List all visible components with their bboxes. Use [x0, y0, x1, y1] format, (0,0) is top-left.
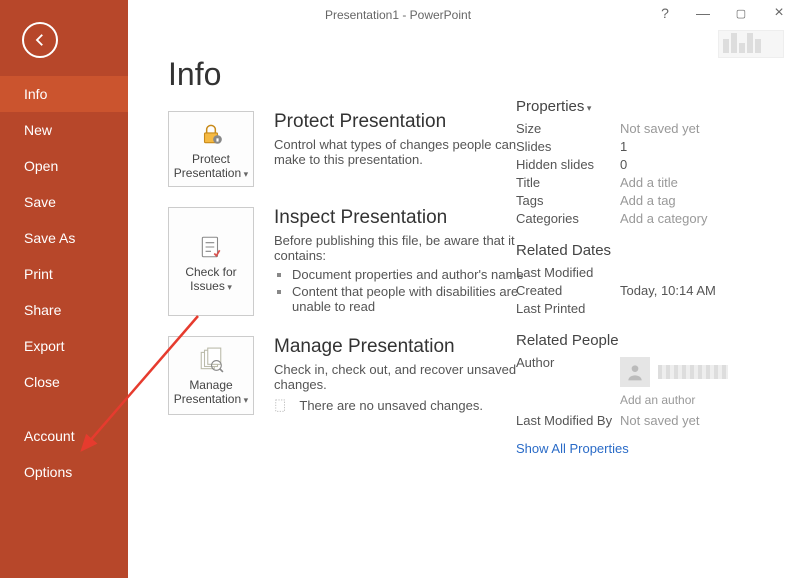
prop-value-categories[interactable]: Add a category: [620, 211, 707, 226]
prop-value-tags[interactable]: Add a tag: [620, 193, 676, 208]
nav-share[interactable]: Share: [0, 292, 128, 328]
page-title: Info: [168, 56, 760, 93]
lock-icon: [198, 120, 224, 148]
prop-value-hidden: 0: [620, 157, 627, 172]
modified-by-value: Not saved yet: [620, 413, 700, 428]
manage-body: Check in, check out, and recover unsaved…: [274, 362, 524, 392]
prop-label-title: Title: [516, 175, 620, 190]
author-label: Author: [516, 355, 620, 370]
add-author-link[interactable]: Add an author: [620, 393, 766, 407]
nav-open[interactable]: Open: [0, 148, 128, 184]
prop-value-size: Not saved yet: [620, 121, 700, 136]
inspect-item: Content that people with disabilities ar…: [292, 284, 524, 314]
avatar[interactable]: [620, 357, 650, 387]
prop-value-title[interactable]: Add a title: [620, 175, 678, 190]
nav-save-as[interactable]: Save As: [0, 220, 128, 256]
backstage-sidebar: Info New Open Save Save As Print Share E…: [0, 0, 128, 578]
document-icon: [274, 399, 290, 415]
nav-info[interactable]: Info: [0, 76, 128, 112]
inspect-item: Document properties and author's name: [292, 267, 524, 282]
back-button[interactable]: [22, 22, 58, 58]
date-label-printed: Last Printed: [516, 301, 620, 316]
nav-export[interactable]: Export: [0, 328, 128, 364]
protect-title: Protect Presentation: [274, 111, 524, 133]
help-button[interactable]: ?: [656, 5, 674, 21]
prop-label-categories: Categories: [516, 211, 620, 226]
main-area: Info Protect Presentation Protect Presen…: [128, 28, 796, 578]
manage-note: There are no unsaved changes.: [299, 398, 483, 413]
prop-label-tags: Tags: [516, 193, 620, 208]
protect-presentation-button[interactable]: Protect Presentation: [168, 111, 254, 187]
inspect-title: Inspect Presentation: [274, 207, 524, 229]
date-label-created: Created: [516, 283, 620, 298]
protect-body: Control what types of changes people can…: [274, 137, 524, 167]
date-value-created: Today, 10:14 AM: [620, 283, 716, 298]
date-label-modified: Last Modified: [516, 265, 620, 280]
nav-new[interactable]: New: [0, 112, 128, 148]
nav-close[interactable]: Close: [0, 364, 128, 400]
related-dates-header: Related Dates: [516, 242, 766, 259]
check-issues-button[interactable]: Check for Issues: [168, 207, 254, 316]
manage-button-label: Manage Presentation: [173, 378, 249, 406]
nav-account[interactable]: Account: [0, 418, 128, 454]
related-people-header: Related People: [516, 332, 766, 349]
minimize-button[interactable]: —: [694, 5, 712, 21]
inspect-body: Before publishing this file, be aware th…: [274, 233, 524, 263]
author-name[interactable]: [658, 365, 728, 379]
properties-panel: Properties SizeNot saved yet Slides1 Hid…: [516, 98, 766, 456]
modified-by-label: Last Modified By: [516, 413, 620, 428]
prop-label-size: Size: [516, 121, 620, 136]
documents-icon: [198, 346, 224, 374]
protect-button-label: Protect Presentation: [173, 152, 249, 180]
nav-save[interactable]: Save: [0, 184, 128, 220]
checklist-icon: [198, 233, 224, 261]
manage-presentation-button[interactable]: Manage Presentation: [168, 336, 254, 415]
close-button[interactable]: ×: [770, 4, 788, 22]
prop-label-hidden: Hidden slides: [516, 157, 620, 172]
check-issues-label: Check for Issues: [173, 265, 249, 293]
maximize-button[interactable]: ▢: [732, 7, 750, 20]
prop-label-slides: Slides: [516, 139, 620, 154]
nav-print[interactable]: Print: [0, 256, 128, 292]
show-all-properties-link[interactable]: Show All Properties: [516, 441, 629, 456]
properties-dropdown[interactable]: Properties: [516, 98, 766, 115]
manage-title: Manage Presentation: [274, 336, 524, 358]
prop-value-slides: 1: [620, 139, 627, 154]
nav-options[interactable]: Options: [0, 454, 128, 490]
